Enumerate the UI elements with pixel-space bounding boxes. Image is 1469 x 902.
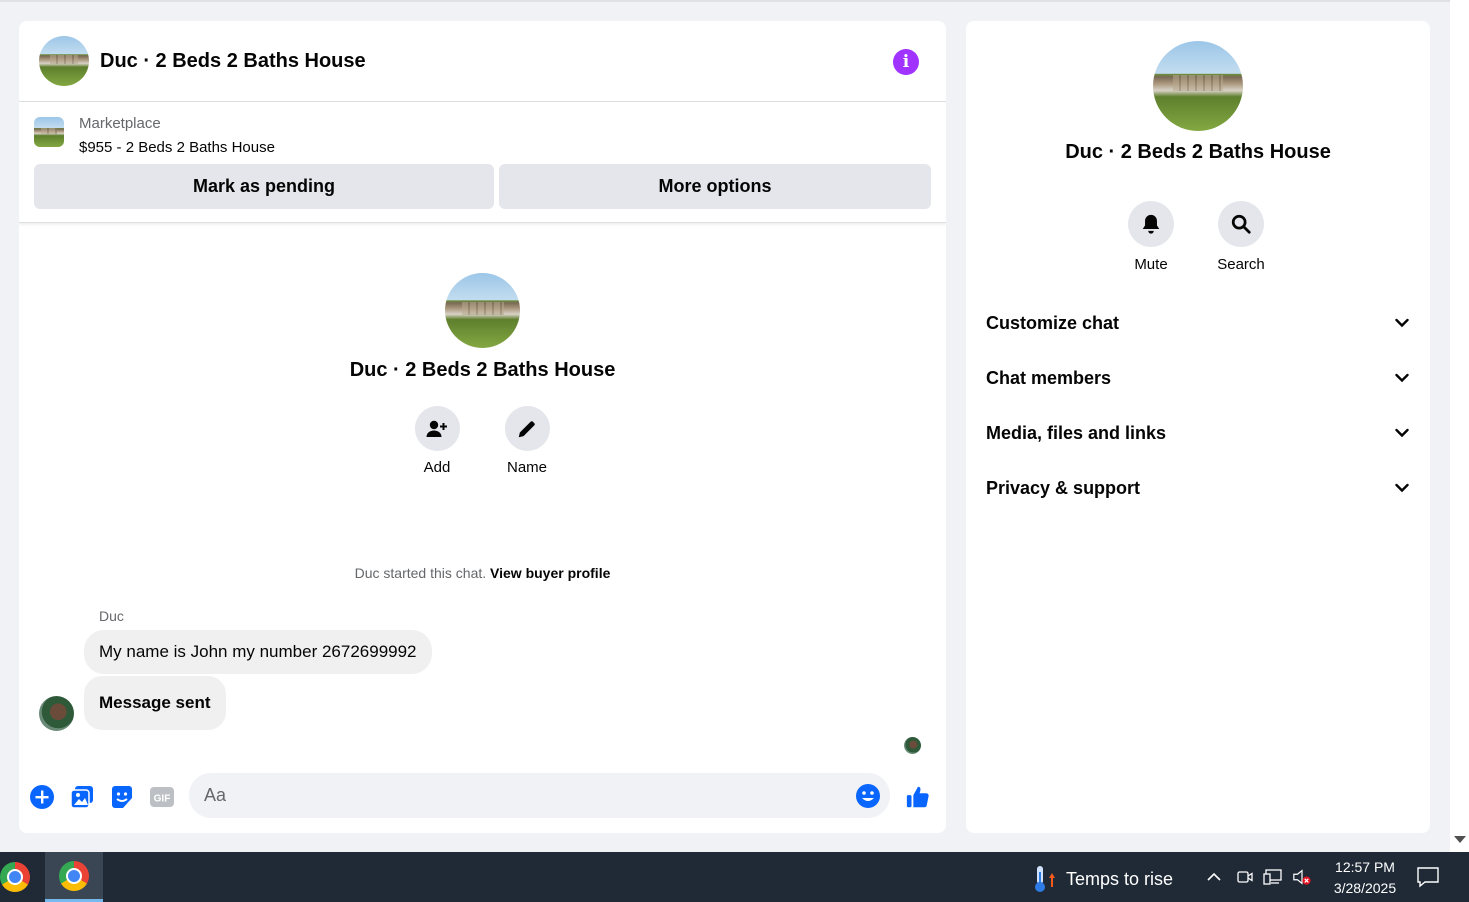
chevron-down-icon (1395, 318, 1409, 328)
scroll-down-arrow-icon[interactable] (1454, 836, 1466, 843)
info-icon[interactable]: i (893, 49, 919, 75)
mute-label: Mute (1134, 256, 1168, 273)
add-person-icon (414, 406, 460, 451)
section-label: Privacy & support (986, 477, 1141, 498)
gif-icon[interactable]: GIF (149, 784, 175, 810)
listing-avatar[interactable] (39, 36, 89, 86)
section-chat-members[interactable]: Chat members (986, 363, 1410, 393)
chat-panel: Duc · 2 Beds 2 Baths House i Marketplace… (19, 21, 946, 833)
message-thread: Duc · 2 Beds 2 Baths House Add Name Duc … (19, 224, 946, 764)
system-clock[interactable]: 12:57 PM 3/28/2025 (1320, 857, 1410, 899)
section-label: Media, files and links (986, 422, 1167, 443)
started-text: Duc started this chat. (354, 565, 487, 581)
message-bubble[interactable]: My name is John my number 2672699992 (84, 630, 432, 674)
sender-avatar[interactable] (39, 696, 74, 731)
section-customize-chat[interactable]: Customize chat (986, 308, 1410, 338)
pencil-icon (504, 406, 550, 451)
add-label: Add (423, 459, 451, 476)
svg-text:GIF: GIF (154, 794, 171, 805)
section-media-files-links[interactable]: Media, files and links (986, 418, 1410, 448)
emoji-icon[interactable] (855, 783, 881, 809)
search-label: Search (1217, 256, 1265, 273)
name-label: Name (506, 459, 547, 476)
chat-info-panel: Duc · 2 Beds 2 Baths House Mute Search C… (966, 21, 1430, 833)
listing-thumbnail[interactable] (34, 117, 64, 147)
mark-as-pending-button[interactable]: Mark as pending (34, 164, 494, 209)
side-title: Duc · 2 Beds 2 Baths House (1065, 141, 1331, 163)
add-people-button[interactable]: Add (407, 406, 467, 476)
chat-title[interactable]: Duc · 2 Beds 2 Baths House (100, 50, 366, 73)
sticker-icon[interactable] (109, 784, 135, 810)
more-options-button[interactable]: More options (499, 164, 931, 209)
chevron-up-icon[interactable] (1204, 867, 1224, 887)
windows-taskbar: Temps to rise 12:57 PM 3/28/2025 (0, 852, 1469, 902)
marketplace-banner: Marketplace $955 - 2 Beds 2 Baths House … (19, 102, 946, 223)
clock-date: 3/28/2025 (1333, 880, 1397, 896)
clock-time: 12:57 PM (1335, 859, 1395, 875)
marketplace-label: Marketplace (79, 115, 161, 132)
view-buyer-profile-link[interactable]: View buyer profile (490, 565, 610, 581)
volume-muted-icon[interactable] (1292, 867, 1312, 887)
notification-center-icon[interactable] (1416, 866, 1440, 888)
taskbar-app-chrome[interactable] (45, 852, 103, 902)
side-avatar[interactable] (1153, 41, 1243, 131)
top-divider (0, 0, 1450, 2)
search-icon (1218, 201, 1264, 247)
thermometer-icon (1035, 866, 1055, 892)
network-icon[interactable] (1263, 867, 1283, 887)
intro-avatar (445, 273, 520, 348)
message-bubble[interactable]: Message sent (84, 676, 226, 730)
section-label: Customize chat (986, 312, 1120, 333)
section-privacy-support[interactable]: Privacy & support (986, 473, 1410, 503)
bell-icon (1128, 201, 1174, 247)
message-input-wrapper (189, 773, 890, 818)
weather-text: Temps to rise (1066, 868, 1174, 889)
page-scrollbar[interactable] (1450, 0, 1469, 852)
search-button[interactable]: Search (1206, 201, 1276, 273)
thumbs-up-icon[interactable] (905, 784, 931, 810)
plus-icon[interactable] (29, 784, 55, 810)
message-composer: GIF (19, 772, 946, 822)
message-input[interactable] (189, 773, 829, 818)
name-chat-button[interactable]: Name (497, 406, 557, 476)
photo-icon[interactable] (69, 784, 95, 810)
chevron-down-icon (1395, 428, 1409, 438)
section-label: Chat members (986, 367, 1112, 388)
chrome-icon (0, 862, 30, 892)
mute-button[interactable]: Mute (1116, 201, 1186, 273)
taskbar-app-pc[interactable] (0, 852, 44, 902)
chevron-down-icon (1395, 483, 1409, 493)
weather-widget[interactable]: Temps to rise (1032, 864, 1173, 894)
chat-header: Duc · 2 Beds 2 Baths House i (19, 21, 946, 102)
sender-name: Duc (99, 608, 124, 624)
intro-title: Duc · 2 Beds 2 Baths House (349, 359, 616, 381)
chevron-down-icon (1395, 373, 1409, 383)
chrome-profile-icon (59, 860, 89, 891)
seen-indicator-avatar (904, 737, 921, 754)
chat-started-notice: Duc started this chat. View buyer profil… (19, 565, 946, 581)
listing-title[interactable]: $955 - 2 Beds 2 Baths House (79, 139, 275, 156)
meet-icon[interactable] (1235, 867, 1255, 887)
